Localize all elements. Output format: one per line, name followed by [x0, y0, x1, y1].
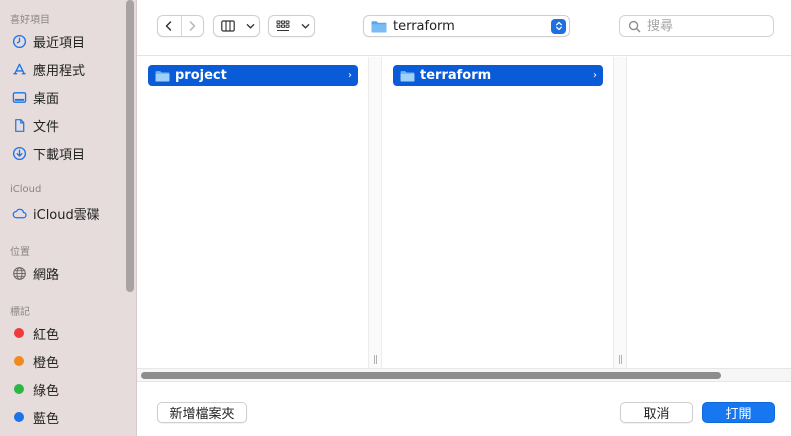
- sidebar-item-label: 藍色: [33, 411, 60, 427]
- red-tag-dot-icon: [14, 328, 24, 338]
- sidebar-tag-green[interactable]: 綠色: [10, 377, 122, 401]
- sidebar-item-desktop[interactable]: 桌面: [10, 85, 122, 109]
- cloud-icon: [10, 204, 28, 222]
- column-resize-handle[interactable]: ||: [368, 57, 382, 368]
- orange-tag-dot-icon: [14, 356, 24, 366]
- chevron-right-icon: [189, 21, 196, 31]
- clock-icon: [10, 32, 28, 50]
- column-2-selected-row[interactable]: terraform ›: [393, 65, 603, 86]
- chevron-left-icon: [166, 21, 172, 31]
- sidebar: 喜好項目 最近項目 應用程式 桌面 文件 下載項目 iCloud iCloud雲…: [0, 0, 137, 436]
- green-tag-dot-icon: [14, 384, 24, 394]
- sidebar-item-label: 桌面: [33, 91, 60, 107]
- folder-icon: [371, 20, 387, 32]
- sidebar-item-network[interactable]: 網路: [10, 261, 122, 285]
- search-icon: [628, 20, 641, 32]
- grip-icon: ||: [618, 355, 623, 365]
- sidebar-tag-red[interactable]: 紅色: [10, 321, 122, 345]
- sidebar-item-documents[interactable]: 文件: [10, 113, 122, 137]
- globe-icon: [10, 264, 28, 282]
- sidebar-item-downloads[interactable]: 下載項目: [10, 141, 122, 165]
- column-resize-handle[interactable]: ||: [613, 57, 627, 368]
- folder-icon: [155, 70, 170, 82]
- chevron-down-icon: [301, 23, 310, 29]
- cancel-button[interactable]: 取消: [620, 402, 693, 423]
- locations-section-title: 位置: [10, 247, 30, 258]
- sidebar-item-label: 文件: [33, 119, 60, 135]
- column-browser: project › || terraform › ||: [137, 57, 791, 368]
- document-icon: [10, 116, 28, 134]
- chevron-down-icon: [246, 23, 255, 29]
- sidebar-tag-blue[interactable]: 藍色: [10, 405, 122, 429]
- path-popup[interactable]: terraform: [363, 15, 570, 37]
- chevron-right-icon: ›: [348, 70, 352, 81]
- sidebar-item-label: 應用程式: [33, 63, 86, 79]
- sidebar-item-label: 網路: [33, 267, 60, 283]
- toolbar: terraform: [137, 0, 791, 56]
- sidebar-scrollbar[interactable]: [126, 0, 134, 292]
- sidebar-item-label: 綠色: [33, 383, 60, 399]
- sidebar-item-recents[interactable]: 最近項目: [10, 29, 122, 53]
- column-view-icon: [221, 20, 235, 32]
- sidebar-tag-orange[interactable]: 橙色: [10, 349, 122, 373]
- favorites-section-title: 喜好項目: [10, 15, 50, 26]
- sidebar-item-applications[interactable]: 應用程式: [10, 57, 122, 81]
- grip-icon: ||: [373, 355, 378, 365]
- download-icon: [10, 144, 28, 162]
- horizontal-scrollbar-thumb[interactable]: [141, 372, 721, 379]
- blue-tag-dot-icon: [14, 412, 24, 422]
- desktop-icon: [10, 88, 28, 106]
- forward-button[interactable]: [181, 16, 203, 36]
- row-name: project: [175, 68, 227, 83]
- folder-icon: [400, 70, 415, 82]
- chevron-right-icon: ›: [593, 70, 597, 81]
- icloud-section-title: iCloud: [10, 184, 42, 195]
- sidebar-item-label: 最近項目: [33, 35, 86, 51]
- footer: 新增檔案夾 取消 打開: [137, 382, 791, 436]
- up-down-chevron-icon: [551, 18, 566, 34]
- icon-grid-icon: [276, 20, 290, 31]
- search-field[interactable]: [619, 15, 774, 37]
- column-1-selected-row[interactable]: project ›: [148, 65, 358, 86]
- app-store-icon: [10, 60, 28, 78]
- row-name: terraform: [420, 68, 492, 83]
- group-by-popup[interactable]: [268, 15, 315, 37]
- open-button[interactable]: 打開: [702, 402, 775, 423]
- path-popup-label: terraform: [393, 18, 455, 34]
- sidebar-item-icloud-drive[interactable]: iCloud雲碟: [10, 201, 122, 225]
- search-input[interactable]: [647, 18, 767, 34]
- tags-section-title: 標記: [10, 307, 30, 318]
- view-mode-popup[interactable]: [213, 15, 260, 37]
- horizontal-scrollbar[interactable]: [137, 368, 791, 382]
- sidebar-item-label: iCloud雲碟: [33, 207, 100, 223]
- sidebar-item-label: 紅色: [33, 327, 60, 343]
- sidebar-item-label: 下載項目: [33, 147, 86, 163]
- new-folder-button[interactable]: 新增檔案夾: [157, 402, 247, 423]
- sidebar-item-label: 橙色: [33, 355, 60, 371]
- back-button[interactable]: [158, 16, 181, 36]
- history-nav-group: [157, 15, 204, 37]
